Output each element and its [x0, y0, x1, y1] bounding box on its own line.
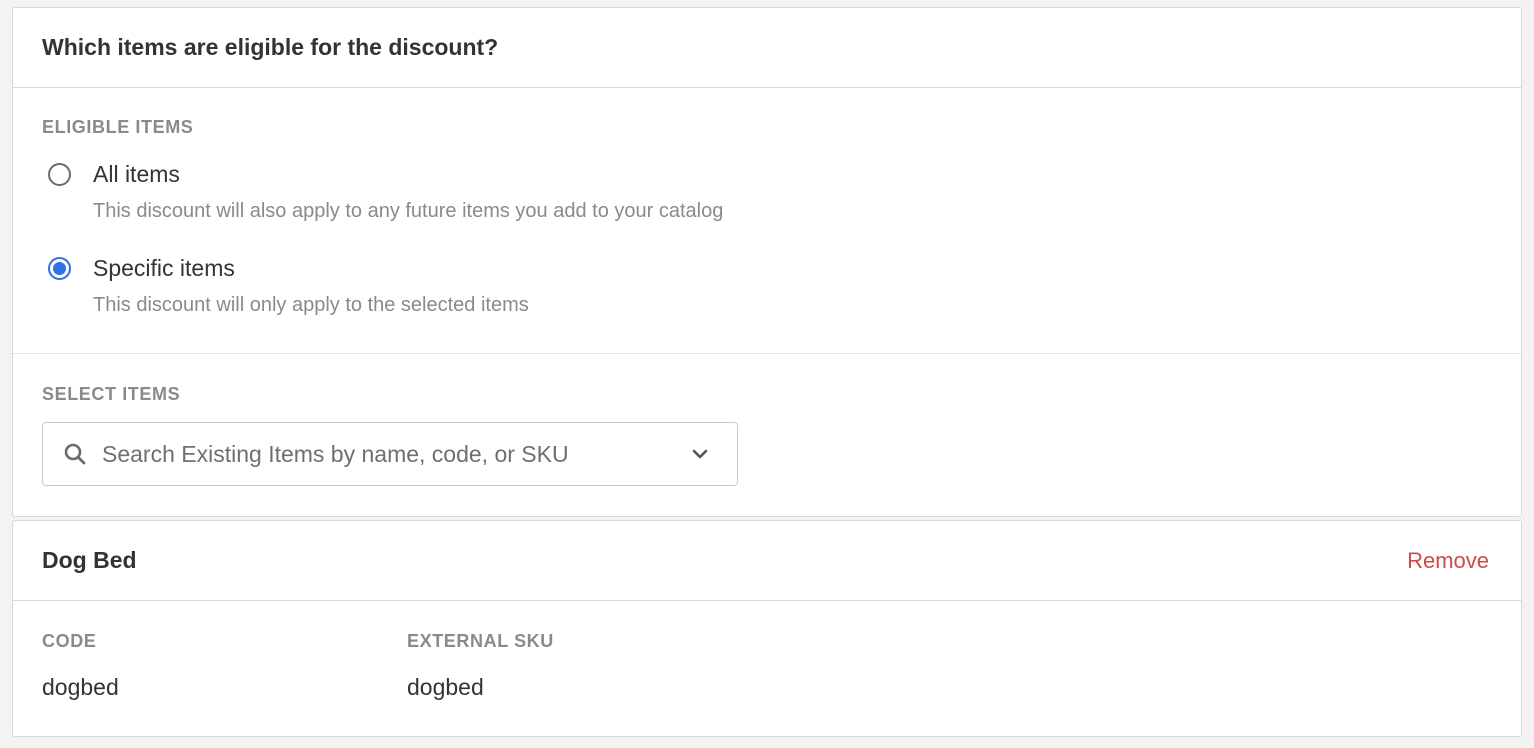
eligibility-card: Which items are eligible for the discoun…	[12, 7, 1522, 517]
radio-option-specific-items[interactable]: Specific items This discount will only a…	[48, 254, 529, 317]
eligible-items-section: ELIGIBLE ITEMS All items This discount w…	[13, 88, 1521, 354]
selected-item-header: Dog Bed Remove	[13, 521, 1521, 601]
radio-label-specific-items[interactable]: Specific items	[93, 254, 529, 283]
radio-button-specific-items[interactable]	[48, 257, 71, 280]
chevron-down-icon[interactable]	[691, 445, 709, 463]
selected-item-name: Dog Bed	[42, 547, 137, 573]
radio-description-specific-items: This discount will only apply to the sel…	[93, 294, 529, 316]
eligibility-title: Which items are eligible for the discoun…	[42, 34, 499, 60]
code-label: CODE	[42, 631, 97, 651]
item-search-combobox[interactable]: Search Existing Items by name, code, or …	[42, 422, 738, 486]
select-items-label: SELECT ITEMS	[42, 384, 181, 404]
eligible-items-label: ELIGIBLE ITEMS	[42, 117, 194, 137]
remove-item-button[interactable]: Remove	[1407, 548, 1489, 574]
radio-button-all-items[interactable]	[48, 163, 71, 186]
search-input[interactable]: Search Existing Items by name, code, or …	[102, 441, 691, 468]
eligibility-card-header: Which items are eligible for the discoun…	[13, 8, 1521, 88]
radio-label-all-items[interactable]: All items	[93, 160, 723, 189]
search-icon	[64, 443, 86, 465]
select-items-section: SELECT ITEMS Search Existing Items by na…	[13, 354, 1521, 486]
code-value: dogbed	[42, 674, 119, 700]
external-sku-label: EXTERNAL SKU	[407, 631, 554, 651]
item-field-code: CODE dogbed	[42, 631, 407, 701]
external-sku-value: dogbed	[407, 674, 484, 700]
radio-option-all-items[interactable]: All items This discount will also apply …	[48, 160, 723, 223]
item-field-external-sku: EXTERNAL SKU dogbed	[407, 631, 772, 701]
selected-item-details: CODE dogbed EXTERNAL SKU dogbed	[13, 601, 1521, 701]
radio-description-all-items: This discount will also apply to any fut…	[93, 200, 724, 222]
selected-item-card: Dog Bed Remove CODE dogbed EXTERNAL SKU …	[12, 520, 1522, 737]
